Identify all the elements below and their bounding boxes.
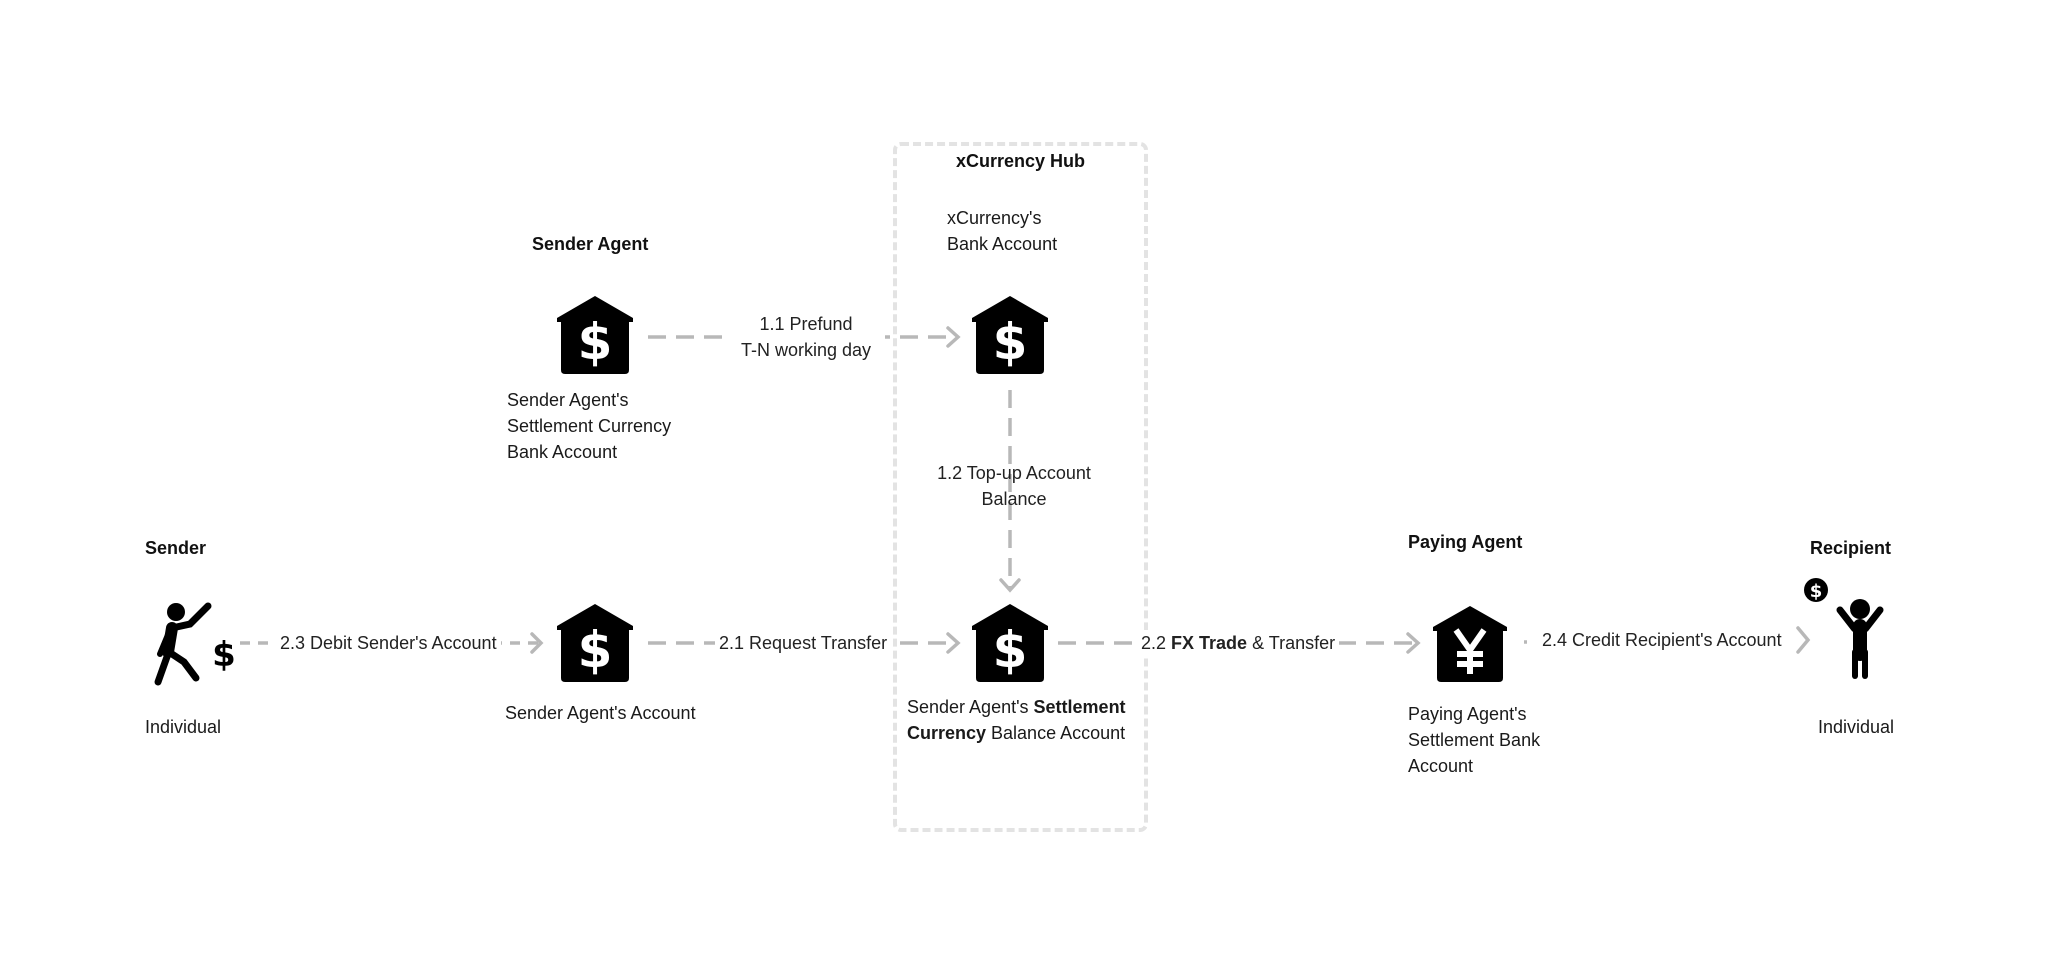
sender-title: Sender [145,538,207,558]
label-bold-text: Currency [907,723,987,743]
label-line: T-N working day [740,340,872,360]
bank-dollar-icon: $ [557,296,633,374]
person-sending-money-icon: $ [154,602,236,686]
hub-title: xCurrency Hub [955,151,1086,171]
label-text: Balance Account [986,723,1126,743]
recipient-individual-label: Individual [1818,717,1895,737]
label-line: xCurrency's [947,208,1042,228]
label-line: 1.2 Top-up Account [937,463,1091,483]
label-line: Account [1408,756,1474,776]
sender-individual-label: Individual [145,717,222,737]
label-line: Sender Agent's Settlement [907,694,1126,720]
label-line: Paying Agent's [1408,704,1527,724]
paying-agent-title: Paying Agent [1408,532,1523,552]
label-line: Currency Balance Account [907,720,1126,746]
label-bold-text: Settlement [1033,697,1126,717]
flow-label-2-2: 2.2 FX Trade & Transfer [1137,630,1340,656]
label-line: Sender Agent's [507,390,629,410]
label-text: Sender Agent's [907,697,1034,717]
label-line: Settlement Bank [1408,730,1541,750]
label-line: Bank Account [507,442,618,462]
bank-dollar-icon: $ [972,296,1048,374]
sender-agent-account-label: Sender Agent's Account [505,703,696,723]
flow-label-2-1: 2.1 Request Transfer [715,630,892,656]
label-line: 1.1 Prefund [759,314,853,334]
svg-text:$: $ [212,635,236,675]
bank-yen-icon [1433,606,1507,682]
label-text: 2.2 [1141,633,1172,653]
label-line: Bank Account [947,234,1058,254]
arrowhead-2-3 [530,632,544,654]
sender-agent-settlement-account-label: Sender Agent's Settlement Currency Bank … [507,387,671,465]
svg-text:$: $ [578,621,613,679]
svg-text:$: $ [993,621,1028,679]
arrowhead-2-2 [1406,632,1421,654]
bank-dollar-icon: $ [972,604,1048,682]
settlement-balance-account-label: Sender Agent's Settlement Currency Balan… [907,694,1126,746]
recipient-title: Recipient [1810,538,1892,558]
label-bold-text: FX Trade [1171,633,1248,653]
label-line: Settlement Currency [507,416,672,436]
svg-text:$: $ [1810,581,1823,602]
paying-agent-account-label: Paying Agent's Settlement Bank Account [1408,701,1540,779]
flow-label-1-1: 1.1 Prefund T-N working day [727,311,885,363]
person-receiving-money-icon: $ [1804,578,1884,679]
flow-label-2-3: 2.3 Debit Sender's Account [276,630,501,656]
sender-agent-title: Sender Agent [532,234,649,254]
bank-dollar-icon: $ [557,604,633,682]
flow-label-1-2: 1.2 Top-up Account Balance [928,460,1100,512]
xcurrency-bank-account-label: xCurrency's Bank Account [947,205,1057,257]
svg-text:$: $ [993,313,1028,371]
flow-label-2-4: 2.4 Credit Recipient's Account [1538,627,1786,653]
svg-text:$: $ [578,313,613,371]
label-line: Balance [981,489,1047,509]
label-text: & Transfer [1247,633,1336,653]
